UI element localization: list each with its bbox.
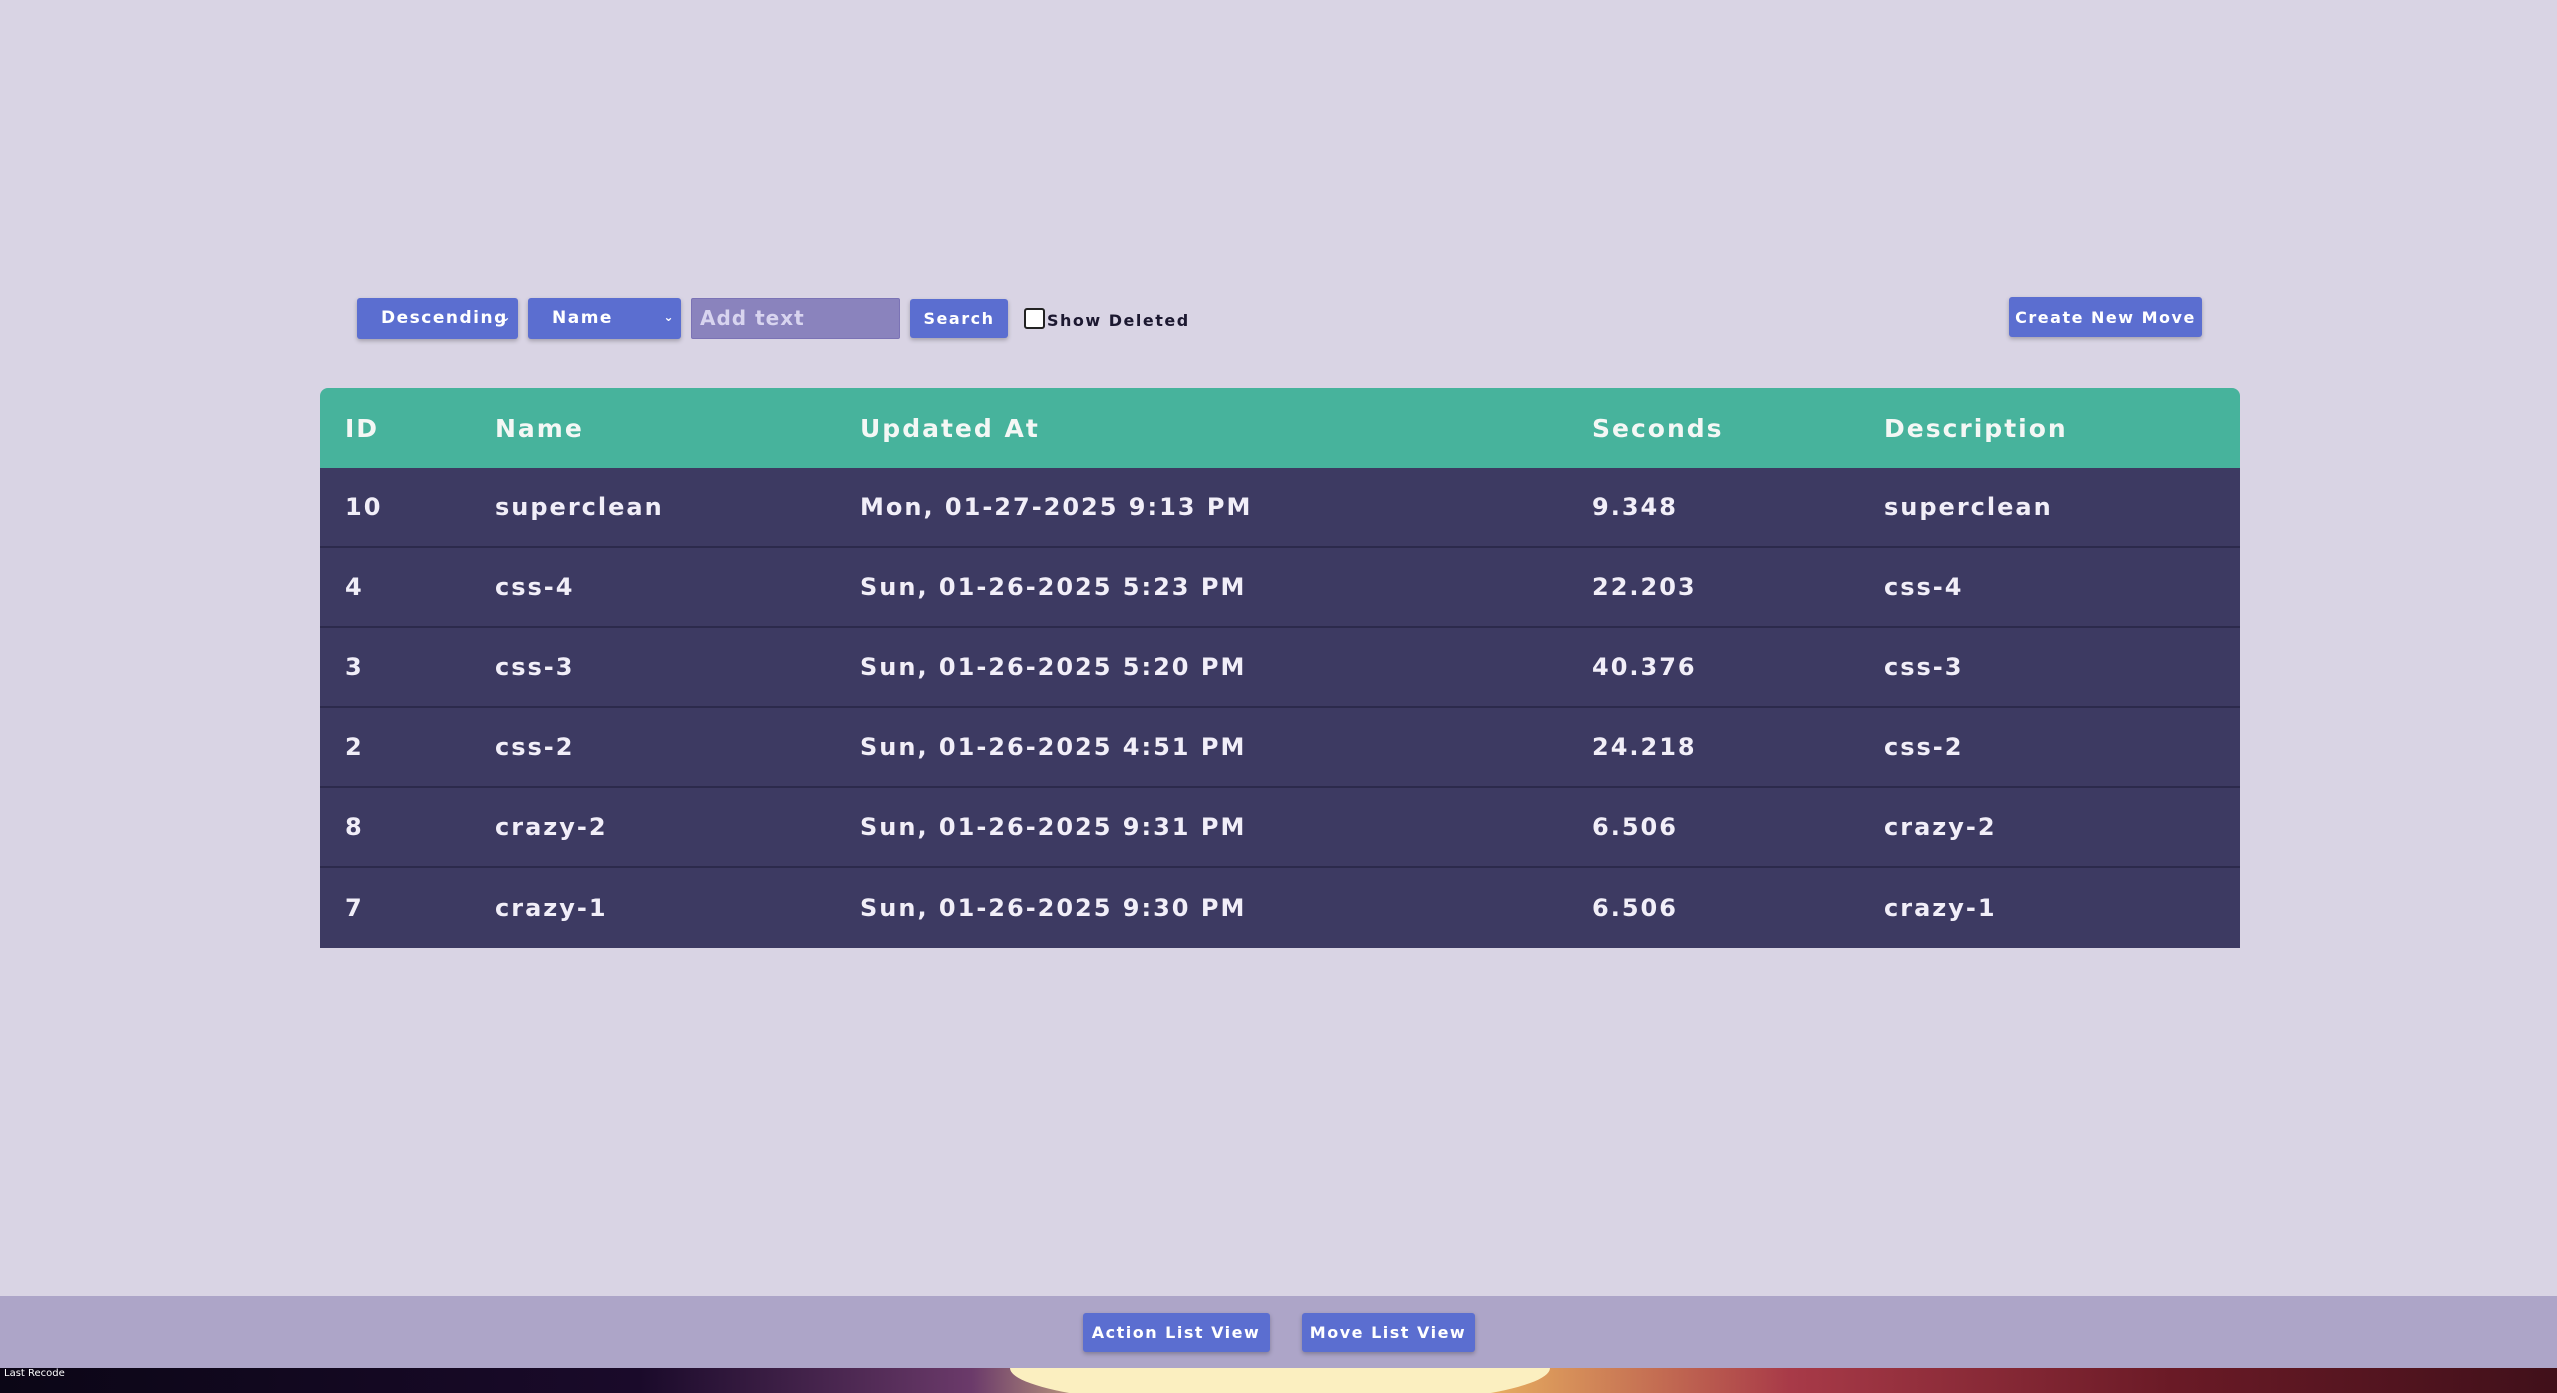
header-id[interactable]: ID xyxy=(345,414,379,443)
cell-name: crazy-2 xyxy=(495,813,608,841)
chevron-down-icon: ⌄ xyxy=(663,309,675,324)
cell-id: 10 xyxy=(345,493,383,521)
background-glow xyxy=(1010,1368,1550,1393)
cell-updated-at: Sun, 01-26-2025 5:23 PM xyxy=(860,573,1247,601)
table-row[interactable]: 2 css-2 Sun, 01-26-2025 4:51 PM 24.218 c… xyxy=(320,708,2240,788)
action-list-view-button[interactable]: Action List View xyxy=(1082,1312,1270,1352)
cell-seconds: 9.348 xyxy=(1592,493,1678,521)
cell-id: 4 xyxy=(345,573,364,601)
footer-nav: Action List View Move List View xyxy=(0,1296,2557,1368)
cell-description: crazy-1 xyxy=(1884,894,1997,922)
cell-seconds: 40.376 xyxy=(1592,653,1697,681)
show-deleted-checkbox[interactable] xyxy=(1024,307,1045,329)
header-updated-at[interactable]: Updated At xyxy=(860,414,1040,443)
sort-field-value: Name xyxy=(552,308,613,328)
create-new-move-button[interactable]: Create New Move xyxy=(2009,297,2202,337)
moves-table: ID Name Updated At Seconds Description 1… xyxy=(320,388,2240,948)
corner-text: Last Recode xyxy=(4,1368,65,1379)
cell-name: crazy-1 xyxy=(495,894,608,922)
header-name[interactable]: Name xyxy=(495,414,584,443)
cell-id: 2 xyxy=(345,733,364,761)
sort-field-select[interactable]: Name ⌄ xyxy=(528,297,681,339)
cell-description: css-4 xyxy=(1884,573,1964,601)
table-row[interactable]: 8 crazy-2 Sun, 01-26-2025 9:31 PM 6.506 … xyxy=(320,788,2240,868)
table-row[interactable]: 3 css-3 Sun, 01-26-2025 5:20 PM 40.376 c… xyxy=(320,628,2240,708)
cell-id: 7 xyxy=(345,894,364,922)
chevron-down-icon: ⌄ xyxy=(500,309,512,324)
cell-name: superclean xyxy=(495,493,664,521)
cell-seconds: 22.203 xyxy=(1592,573,1697,601)
cell-description: css-2 xyxy=(1884,733,1964,761)
cell-updated-at: Sun, 01-26-2025 4:51 PM xyxy=(860,733,1247,761)
cell-name: css-3 xyxy=(495,653,575,681)
sort-order-select[interactable]: Descending ⌄ xyxy=(357,297,518,339)
cell-updated-at: Mon, 01-27-2025 9:13 PM xyxy=(860,493,1253,521)
search-input[interactable] xyxy=(691,297,900,339)
table-row[interactable]: 7 crazy-1 Sun, 01-26-2025 9:30 PM 6.506 … xyxy=(320,868,2240,948)
cell-id: 3 xyxy=(345,653,364,681)
header-description[interactable]: Description xyxy=(1884,414,2068,443)
cell-id: 8 xyxy=(345,813,364,841)
move-list-view-button[interactable]: Move List View xyxy=(1301,1312,1475,1352)
table-row[interactable]: 4 css-4 Sun, 01-26-2025 5:23 PM 22.203 c… xyxy=(320,548,2240,628)
cell-seconds: 6.506 xyxy=(1592,813,1678,841)
table-header: ID Name Updated At Seconds Description xyxy=(320,388,2240,468)
cell-seconds: 24.218 xyxy=(1592,733,1697,761)
cell-seconds: 6.506 xyxy=(1592,894,1678,922)
sort-order-value: Descending xyxy=(381,308,508,328)
table-row[interactable]: 10 superclean Mon, 01-27-2025 9:13 PM 9.… xyxy=(320,468,2240,548)
toolbar: Descending ⌄ Name ⌄ Search Show Deleted xyxy=(357,296,1190,340)
show-deleted-label: Show Deleted xyxy=(1047,310,1190,330)
cell-description: superclean xyxy=(1884,493,2053,521)
cell-updated-at: Sun, 01-26-2025 9:31 PM xyxy=(860,813,1247,841)
search-button[interactable]: Search xyxy=(910,298,1008,338)
cell-updated-at: Sun, 01-26-2025 5:20 PM xyxy=(860,653,1247,681)
cell-name: css-4 xyxy=(495,573,575,601)
cell-name: css-2 xyxy=(495,733,575,761)
cell-updated-at: Sun, 01-26-2025 9:30 PM xyxy=(860,894,1247,922)
cell-description: css-3 xyxy=(1884,653,1964,681)
cell-description: crazy-2 xyxy=(1884,813,1997,841)
background-strip: Last Recode xyxy=(0,1368,2557,1393)
header-seconds[interactable]: Seconds xyxy=(1592,414,1724,443)
